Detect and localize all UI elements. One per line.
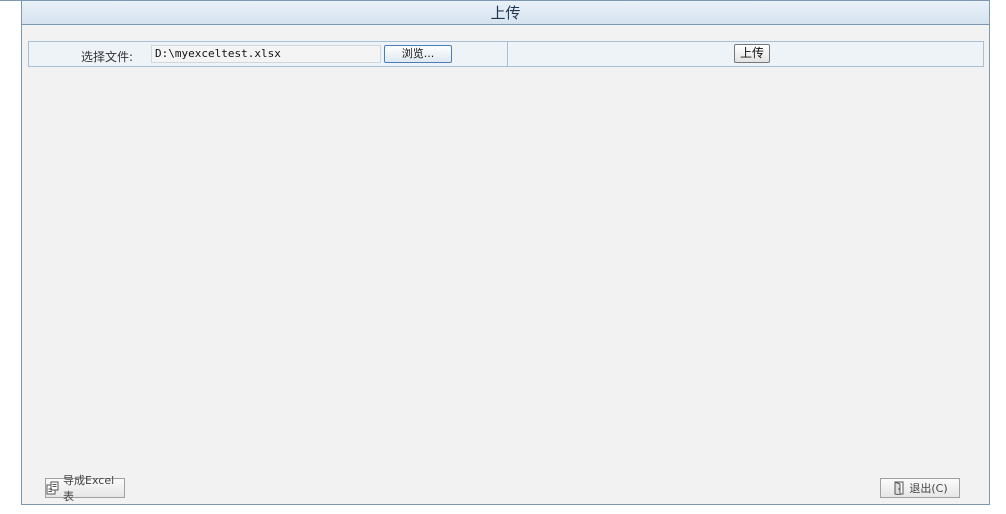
excel-export-icon [46,481,60,495]
export-excel-button[interactable]: 导成Excel表 [45,474,125,503]
upload-panel: 上传 选择文件: D:\myexceltest.xlsx 浏览... 上传 导成… [21,0,990,505]
file-select-row: 选择文件: D:\myexceltest.xlsx 浏览... 上传 [28,41,984,67]
top-border-line [0,0,22,1]
door-exit-icon [892,481,906,496]
panel-title: 上传 [490,4,521,22]
browse-button[interactable]: 浏览... [384,45,452,63]
file-label: 选择文件: [81,50,134,64]
exit-label: 退出(C) [909,482,948,495]
file-path-input[interactable]: D:\myexceltest.xlsx [151,45,381,63]
cell-divider [507,42,508,66]
panel-title-bar: 上传 [22,1,989,25]
upload-button[interactable]: 上传 [734,44,770,63]
exit-button[interactable]: 退出(C) [880,478,960,498]
export-excel-label: 导成Excel表 [63,474,115,503]
